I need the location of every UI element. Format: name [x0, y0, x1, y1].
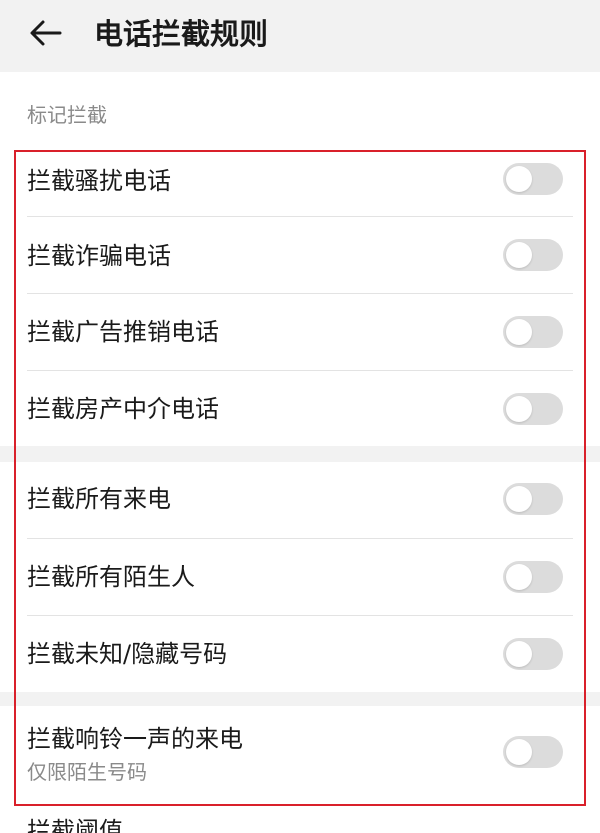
toggle-knob	[506, 319, 532, 345]
settings-group-ring-once: 拦截响铃一声的来电 仅限陌生号码	[0, 706, 600, 806]
setting-label: 拦截房产中介电话	[27, 395, 219, 423]
toggle-knob	[506, 486, 532, 512]
setting-row-ads[interactable]: 拦截广告推销电话	[0, 294, 600, 370]
toggle-switch[interactable]	[503, 163, 563, 195]
toggle-switch[interactable]	[503, 736, 563, 768]
toggle-knob	[506, 641, 532, 667]
toggle-switch[interactable]	[503, 483, 563, 515]
setting-row-harassment[interactable]: 拦截骚扰电话	[0, 150, 600, 216]
setting-label: 拦截响铃一声的来电	[27, 725, 243, 753]
setting-label: 拦截未知/隐藏号码	[27, 640, 228, 668]
toggle-switch[interactable]	[503, 393, 563, 425]
toggle-switch[interactable]	[503, 316, 563, 348]
section-header: 标记拦截	[0, 72, 600, 150]
setting-label: 拦截阈值	[27, 817, 123, 833]
setting-label: 拦截所有来电	[27, 485, 171, 513]
section-title: 标记拦截	[27, 103, 107, 127]
setting-label: 拦截骚扰电话	[27, 167, 171, 195]
setting-row-all-calls[interactable]: 拦截所有来电	[0, 462, 600, 538]
toggle-switch[interactable]	[503, 239, 563, 271]
toggle-knob	[506, 242, 532, 268]
toggle-knob	[506, 564, 532, 590]
setting-row-real-estate[interactable]: 拦截房产中介电话	[0, 371, 600, 446]
toggle-switch[interactable]	[503, 638, 563, 670]
setting-row-threshold[interactable]: 拦截阈值	[0, 806, 600, 833]
toggle-knob	[506, 739, 532, 765]
settings-group-calls: 拦截所有来电 拦截所有陌生人 拦截未知/隐藏号码	[0, 462, 600, 692]
setting-label: 拦截所有陌生人	[27, 563, 195, 591]
arrow-left-icon	[30, 20, 62, 46]
setting-label: 拦截广告推销电话	[27, 318, 219, 346]
back-button[interactable]	[24, 12, 68, 56]
top-bar: 电话拦截规则	[0, 0, 600, 72]
toggle-knob	[506, 396, 532, 422]
setting-sublabel: 仅限陌生号码	[27, 760, 147, 784]
setting-row-ring-once[interactable]: 拦截响铃一声的来电 仅限陌生号码	[0, 706, 600, 806]
page-title: 电话拦截规则	[94, 17, 269, 51]
settings-group-marked: 拦截骚扰电话 拦截诈骗电话 拦截广告推销电话 拦截房产中介电话	[0, 150, 600, 446]
setting-row-unknown[interactable]: 拦截未知/隐藏号码	[0, 616, 600, 692]
setting-row-fraud[interactable]: 拦截诈骗电话	[0, 217, 600, 293]
toggle-knob	[506, 166, 532, 192]
setting-row-strangers[interactable]: 拦截所有陌生人	[0, 539, 600, 615]
toggle-switch[interactable]	[503, 561, 563, 593]
setting-label: 拦截诈骗电话	[27, 242, 171, 270]
